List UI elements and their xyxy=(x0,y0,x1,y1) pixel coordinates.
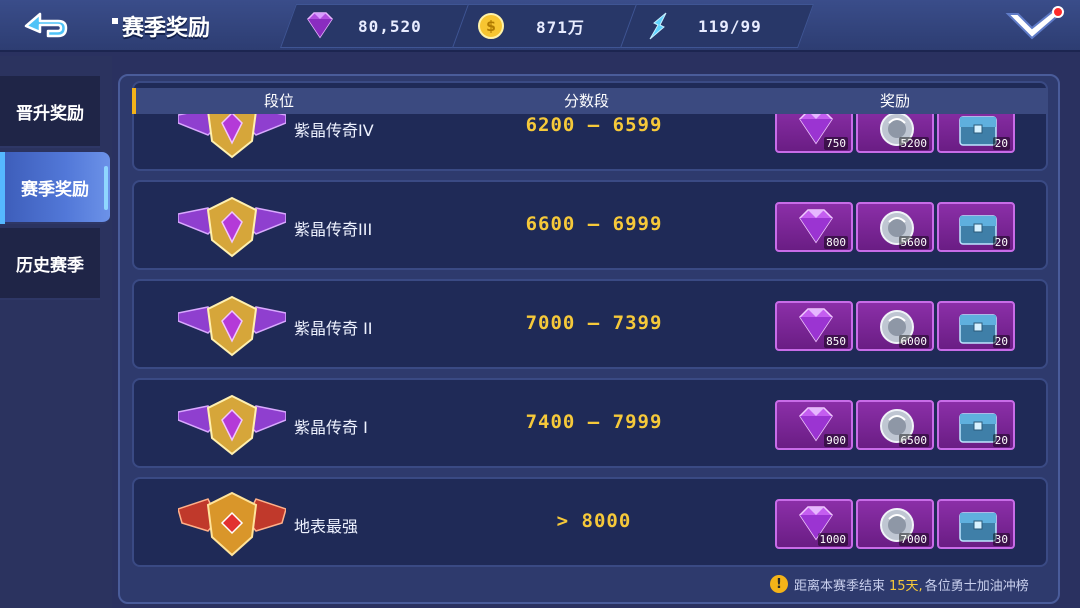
back-button[interactable] xyxy=(18,6,74,46)
energy-feather-icon xyxy=(649,12,667,40)
score-range: > 8000 xyxy=(556,510,632,532)
top-bar: 赛季奖励 80,520 $ 871万 119/99 xyxy=(0,0,1080,52)
table-row: 地表最强 > 8000 1000 7000 30 xyxy=(132,477,1048,567)
rank-name: 紫晶传奇III xyxy=(294,220,373,239)
reward-quantity: 1000 xyxy=(817,533,848,546)
reward-medals[interactable]: 6500 xyxy=(856,400,934,450)
rank-name: 紫晶传奇IV xyxy=(294,121,374,140)
reward-medals[interactable]: 6000 xyxy=(856,301,934,351)
rank-name: 紫晶传奇 II xyxy=(294,319,373,338)
energy-counter[interactable]: 119/99 xyxy=(646,4,762,48)
score-range: 6600 – 6999 xyxy=(525,213,663,235)
reward-gems[interactable]: 850 xyxy=(775,301,853,351)
title-marker xyxy=(112,18,118,24)
tab-history-seasons[interactable]: 历史赛季 xyxy=(0,228,100,300)
reward-gems[interactable]: 1000 xyxy=(775,499,853,549)
column-header-score: 分数段 xyxy=(564,92,610,110)
settings-button[interactable] xyxy=(1002,4,1070,46)
score-range: 6200 – 6599 xyxy=(525,114,663,136)
reward-chests[interactable]: 20 xyxy=(937,202,1015,252)
table-row: 紫晶传奇III 6600 – 6999 800 5600 20 xyxy=(132,180,1048,270)
reward-gems[interactable]: 800 xyxy=(775,202,853,252)
reward-quantity: 30 xyxy=(992,533,1010,546)
page-title: 赛季奖励 xyxy=(122,16,211,41)
coin-value: 871万 xyxy=(536,18,585,37)
reward-quantity: 20 xyxy=(992,335,1010,348)
tab-promotion-rewards[interactable]: 晋升奖励 xyxy=(0,76,100,148)
column-header-rewards: 奖励 xyxy=(880,92,911,110)
reward-chests[interactable]: 20 xyxy=(937,400,1015,450)
tab-season-rewards[interactable]: 赛季奖励 xyxy=(0,152,110,224)
column-header-rank: 段位 xyxy=(264,92,295,110)
reward-quantity: 5200 xyxy=(898,137,929,150)
season-end-notice: ! 距离本赛季结束 15天, 各位勇士加油冲榜 xyxy=(770,574,1029,594)
page-title-wrap: 赛季奖励 xyxy=(112,8,210,44)
rewards-group: 1000 7000 30 xyxy=(775,499,1015,549)
notice-prefix: 距离本赛季结束 xyxy=(794,578,886,594)
tab-label: 晋升奖励 xyxy=(16,103,84,124)
rank-name: 地表最强 xyxy=(294,517,359,536)
sidebar: 晋升奖励 赛季奖励 历史赛季 xyxy=(0,56,112,608)
notice-suffix: 各位勇士加油冲榜 xyxy=(924,578,1029,594)
rank-badge-icon xyxy=(178,394,286,456)
reward-quantity: 800 xyxy=(824,236,848,249)
reward-gems[interactable]: 900 xyxy=(775,400,853,450)
purple-gem-icon xyxy=(307,12,333,39)
reward-quantity: 20 xyxy=(992,434,1010,447)
rewards-group: 900 6500 20 xyxy=(775,400,1015,450)
score-range: 7000 – 7399 xyxy=(525,312,663,334)
reward-quantity: 750 xyxy=(824,137,848,150)
reward-quantity: 20 xyxy=(992,236,1010,249)
score-range: 7400 – 7999 xyxy=(525,411,663,433)
reward-medals[interactable]: 7000 xyxy=(856,499,934,549)
rank-badge-icon xyxy=(178,196,286,258)
table-row: 紫晶传奇 II 7000 – 7399 850 6000 20 xyxy=(132,279,1048,369)
reward-quantity: 7000 xyxy=(898,533,929,546)
tab-label: 赛季奖励 xyxy=(21,179,89,200)
exclamation-icon: ! xyxy=(770,575,788,593)
rewards-group: 800 5600 20 xyxy=(775,202,1015,252)
table-row: 紫晶传奇 I 7400 – 7999 900 6500 20 xyxy=(132,378,1048,468)
reward-quantity: 850 xyxy=(824,335,848,348)
notification-dot xyxy=(1052,6,1064,18)
reward-quantity: 5600 xyxy=(898,236,929,249)
rewards-group: 850 6000 20 xyxy=(775,301,1015,351)
tab-label: 历史赛季 xyxy=(16,255,84,276)
reward-quantity: 6500 xyxy=(898,434,929,447)
gem-value: 80,520 xyxy=(358,16,422,36)
reward-chests[interactable]: 20 xyxy=(937,301,1015,351)
reward-chests[interactable]: 30 xyxy=(937,499,1015,549)
coin-counter[interactable]: $ 871万 xyxy=(476,4,585,48)
reward-medals[interactable]: 5600 xyxy=(856,202,934,252)
rank-badge-icon xyxy=(178,295,286,357)
reward-quantity: 900 xyxy=(824,434,848,447)
gem-counter[interactable]: 80,520 xyxy=(300,4,422,48)
notice-days: 15天, xyxy=(889,578,923,594)
rank-name: 紫晶传奇 I xyxy=(294,418,368,437)
energy-value: 119/99 xyxy=(698,16,762,36)
svg-text:$: $ xyxy=(486,19,496,35)
table-header: 段位 分数段 奖励 xyxy=(132,88,1048,114)
reward-quantity: 6000 xyxy=(898,335,929,348)
back-arrow-icon xyxy=(24,12,68,38)
gold-coin-icon: $ xyxy=(478,13,504,39)
rank-badge-icon xyxy=(178,491,286,557)
reward-quantity: 20 xyxy=(992,137,1010,150)
